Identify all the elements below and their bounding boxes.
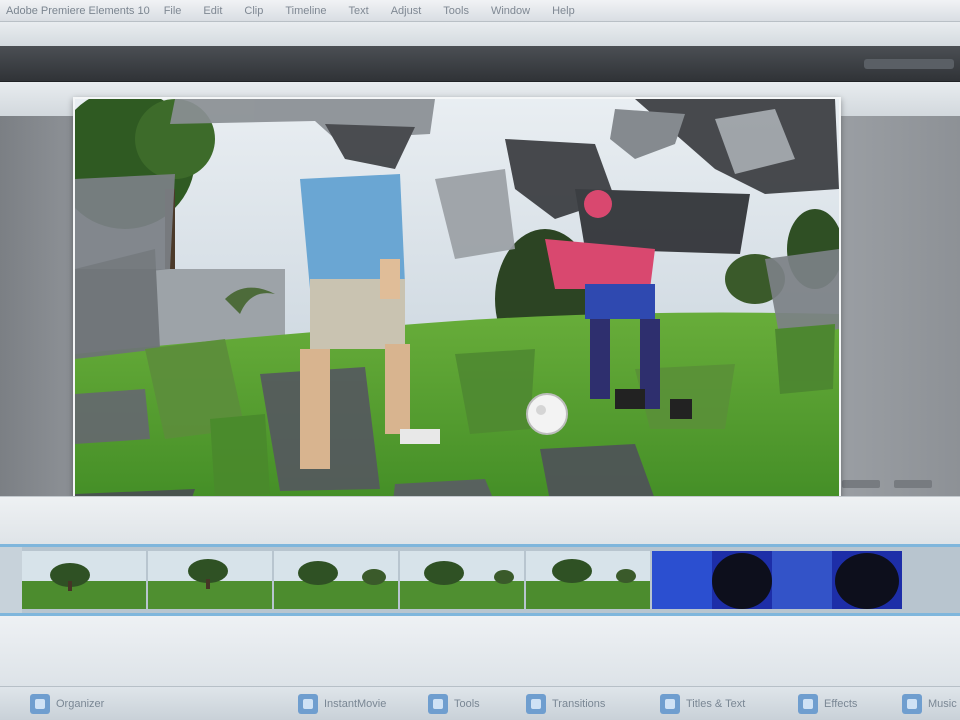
- clip-thumbnail[interactable]: [274, 551, 398, 609]
- monitor-control-a[interactable]: [842, 480, 880, 488]
- menu-help[interactable]: Help: [552, 5, 575, 17]
- music-icon: [902, 694, 922, 714]
- monitor-control-b[interactable]: [894, 480, 932, 488]
- instant-movie-icon: [298, 694, 318, 714]
- menu-adjust[interactable]: Adjust: [391, 5, 422, 17]
- filmstrip-gap: [0, 547, 22, 613]
- transitions-button[interactable]: Transitions: [526, 693, 605, 715]
- menu-text[interactable]: Text: [349, 5, 369, 17]
- timeline-header: [0, 496, 960, 544]
- workspace-switcher[interactable]: [864, 59, 954, 69]
- titles-label: Titles & Text: [686, 698, 746, 710]
- effects-icon: [798, 694, 818, 714]
- timeline-filmstrip[interactable]: [0, 544, 960, 616]
- clip-thumbnail-blue[interactable]: [652, 551, 902, 609]
- video-preview-monitor[interactable]: [73, 97, 841, 529]
- effects-label: Effects: [824, 698, 858, 710]
- menu-timeline[interactable]: Timeline: [285, 5, 326, 17]
- clip-thumbnail[interactable]: [148, 551, 272, 609]
- monitor-controls: [842, 480, 952, 492]
- menu-clip[interactable]: Clip: [244, 5, 263, 17]
- instant-movie-label: InstantMovie: [324, 698, 387, 710]
- menu-tools[interactable]: Tools: [443, 5, 469, 17]
- clip-thumbnail[interactable]: [400, 551, 524, 609]
- tools-label: Tools: [454, 698, 480, 710]
- soccer-ball: [526, 393, 568, 435]
- preview-frame: [75, 99, 839, 527]
- window-chrome-strip: [0, 22, 960, 46]
- timeline-track-area: [0, 616, 960, 686]
- menu-file[interactable]: File: [164, 5, 182, 17]
- clip-thumbnail[interactable]: [526, 551, 650, 609]
- music-label: Music: [928, 698, 957, 710]
- transitions-label: Transitions: [552, 698, 606, 710]
- menu-edit[interactable]: Edit: [203, 5, 222, 17]
- app-title: Adobe Premiere Elements 10: [6, 4, 150, 17]
- music-button[interactable]: Music: [902, 693, 957, 715]
- transitions-icon: [526, 694, 546, 714]
- effects-button[interactable]: Effects: [798, 693, 857, 715]
- organizer-button[interactable]: Organizer: [30, 693, 104, 715]
- organizer-label: Organizer: [56, 698, 105, 710]
- workspace-header-bar: [0, 46, 960, 82]
- menu-bar: Adobe Premiere Elements 10 File Edit Cli…: [0, 0, 960, 22]
- tools-button[interactable]: Tools: [428, 693, 480, 715]
- bottom-toolbar: Organizer InstantMovie Tools Transitions…: [0, 686, 960, 720]
- titles-button[interactable]: Titles & Text: [660, 693, 745, 715]
- organizer-icon: [30, 694, 50, 714]
- titles-icon: [660, 694, 680, 714]
- tools-icon: [428, 694, 448, 714]
- clip-thumbnail[interactable]: [22, 551, 146, 609]
- instant-movie-button[interactable]: InstantMovie: [298, 693, 386, 715]
- menu-window[interactable]: Window: [491, 5, 530, 17]
